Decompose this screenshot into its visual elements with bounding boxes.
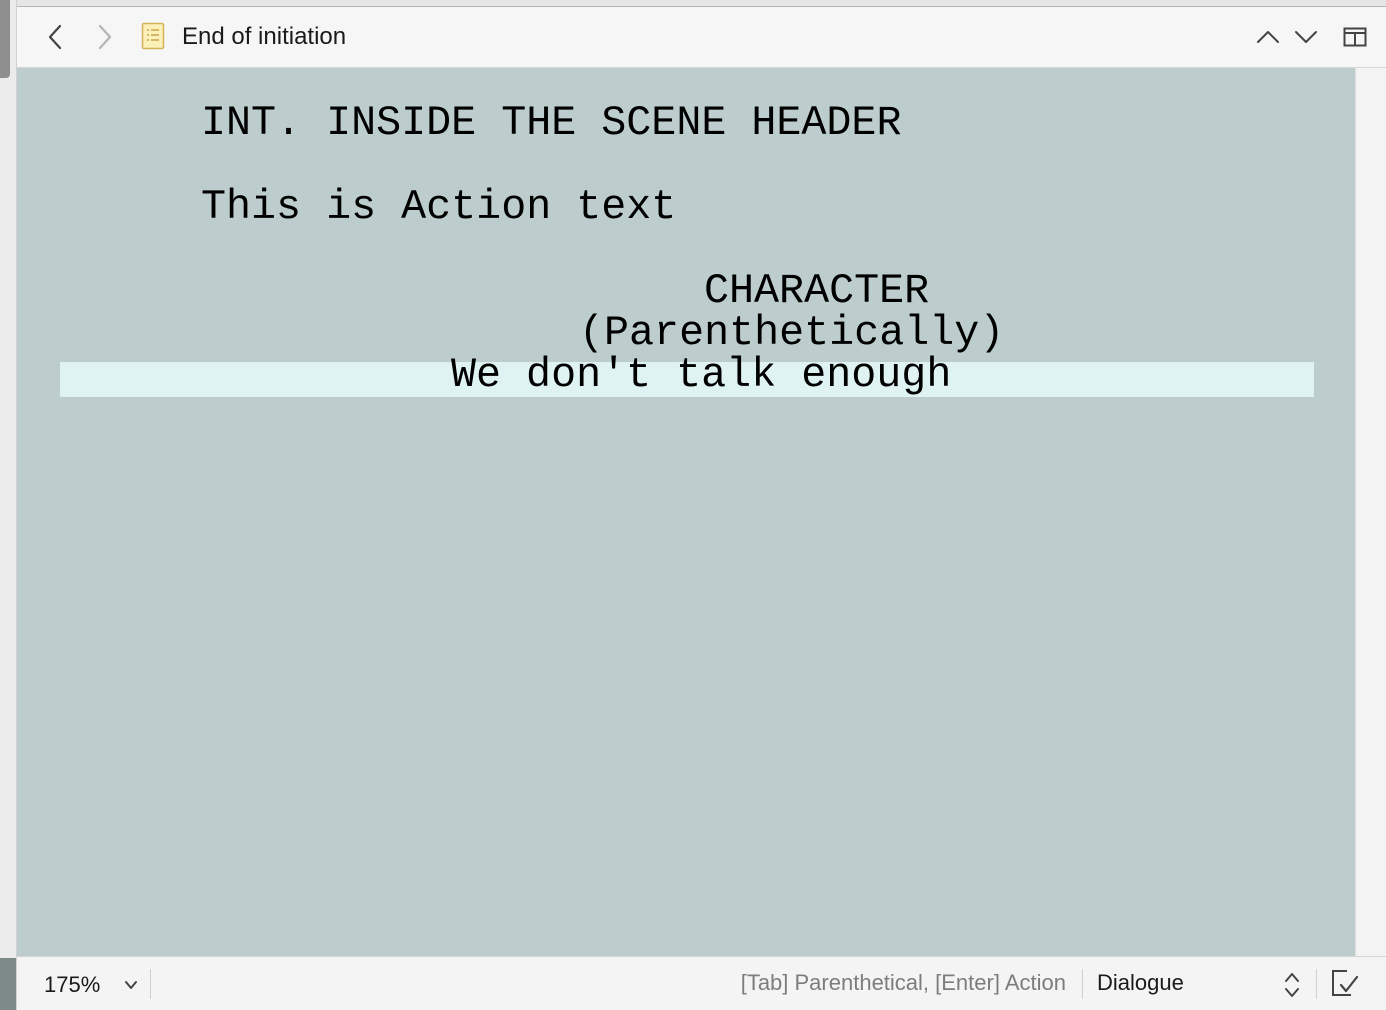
element-hint: [Tab] Parenthetical, [Enter] Action [740,970,1066,995]
next-document-button[interactable] [1292,21,1320,53]
previous-document-button[interactable] [1254,21,1282,53]
footer-divider [150,969,151,999]
chevron-right-icon [98,24,112,50]
document-title: End of initiation [182,23,347,50]
dialogue-line[interactable]: We don't talk enough [451,354,951,396]
done-button[interactable] [1327,966,1361,1000]
scene-heading[interactable]: INT. INSIDE THE SCENE HEADER [201,102,901,144]
up-down-arrows-icon [1285,973,1299,997]
document-outline-icon [141,22,165,50]
action-text[interactable]: This is Action text [201,186,676,228]
divider-handle[interactable] [0,0,10,78]
zoom-level[interactable]: 175% [44,971,100,999]
parenthetical[interactable]: (Parenthetically) [579,312,1004,354]
footer-divider [1316,969,1317,999]
chevron-down-icon [125,981,137,989]
vertical-scrollbar[interactable] [1355,68,1386,956]
back-button[interactable] [41,21,69,53]
editor-header: End of initiation [17,7,1386,68]
element-type-select[interactable]: Dialogue [1085,967,1309,1001]
footer-divider [1082,969,1083,999]
editor-window: End of initiation INT. INSIDE THE SCENE … [0,0,1386,1010]
checkmark-icon [1332,970,1359,996]
character-name[interactable]: CHARACTER [704,270,929,312]
script-editor[interactable]: INT. INSIDE THE SCENE HEADER This is Act… [17,68,1355,956]
element-type-value: Dialogue [1097,970,1184,995]
chevron-left-icon [48,24,62,50]
chevron-up-icon [1257,31,1279,43]
editor-footer: 175% [Tab] Parenthetical, [Enter] Action… [17,956,1386,1010]
left-divider [0,0,17,1010]
split-editor-icon [1343,27,1367,47]
forward-button[interactable] [91,21,119,53]
chevron-down-icon [1295,31,1317,43]
zoom-menu-button[interactable] [121,974,141,996]
window-top-strip [17,0,1386,7]
split-editor-button[interactable] [1341,21,1369,53]
divider-handle-bottom [0,958,16,1010]
